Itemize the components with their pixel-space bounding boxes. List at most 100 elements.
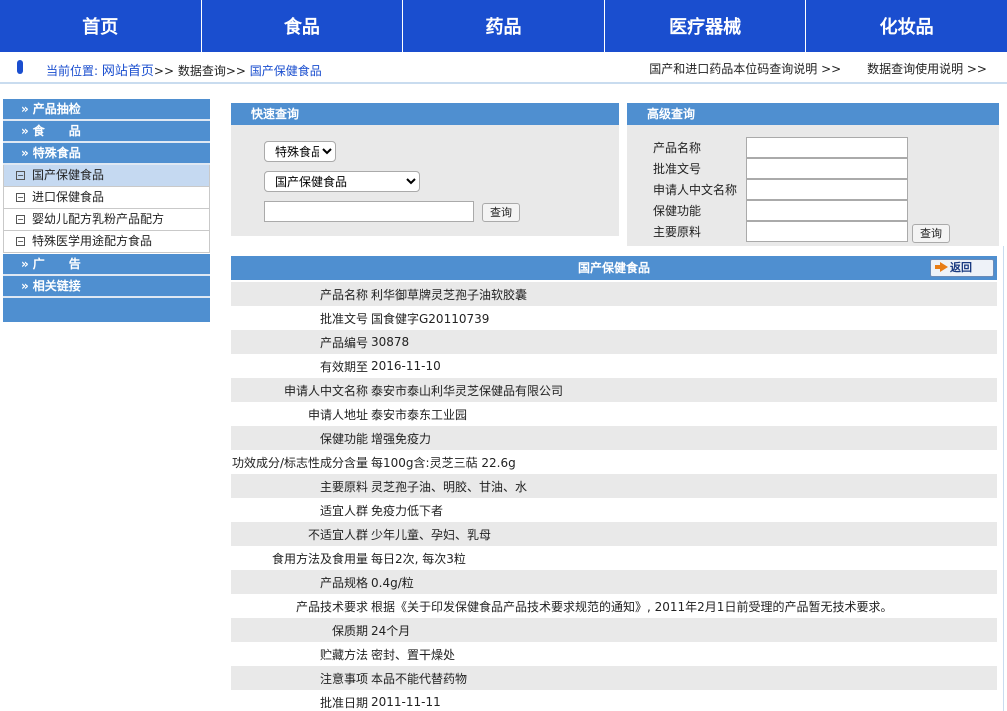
sidebar-footer xyxy=(3,298,210,322)
quick-search-input[interactable] xyxy=(264,201,474,222)
field-label: 食用方法及食用量 xyxy=(271,551,368,566)
field-label: 保质期 xyxy=(331,623,368,638)
sidebar-item-label: 特殊医学用途配方食品 xyxy=(32,234,153,248)
sidebar-item-special-medical-food[interactable]: − 特殊医学用途配方食品 xyxy=(3,231,210,253)
field-label: 产品技术要求 xyxy=(295,599,368,614)
main-ingredients-field[interactable] xyxy=(746,221,908,242)
content-border xyxy=(1003,246,1004,711)
breadcrumb-bar: 当前位置: 网站首页>> 数据查询>> 国产保健食品 国产和进口药品本位码查询说… xyxy=(0,52,1007,84)
field-value: 少年儿童、孕妇、乳母 xyxy=(371,527,492,542)
breadcrumb-separator: >> xyxy=(225,64,246,78)
table-row: 食用方法及食用量 每日2次, 每次3粒 xyxy=(231,546,997,570)
advanced-query-panel: 产品名称 批准文号 申请人中文名称 保健功能 主要原料 查询 xyxy=(627,125,999,246)
field-label: 有效期至 xyxy=(319,359,368,374)
double-chevron-icon: » xyxy=(21,279,29,293)
sidebar-item-domestic-health-food[interactable]: − 国产保健食品 xyxy=(3,165,210,187)
sidebar-section-advertising[interactable]: » 广 告 xyxy=(3,254,210,276)
help-links: 国产和进口药品本位码查询说明 >> 数据查询使用说明 >> xyxy=(627,60,987,77)
breadcrumb-data-query-link[interactable]: 数据查询 xyxy=(178,64,226,78)
detail-table: 产品名称 利华御草牌灵芝孢子油软胶囊 批准文号 国食健字G20110739 产品编号 30… xyxy=(231,282,997,711)
table-row: 保健功能 增强免疫力 xyxy=(231,426,997,450)
table-row: 适宜人群 免疫力低下者 xyxy=(231,498,997,522)
sidebar-section-label: 相关链接 xyxy=(32,279,81,293)
sidebar-section-label: 食 品 xyxy=(32,124,81,138)
field-label: 批准日期 xyxy=(319,695,368,710)
nav-medical-devices[interactable]: 医疗器械 xyxy=(605,0,807,52)
collapse-box-icon: − xyxy=(16,193,25,202)
double-chevron-icon: » xyxy=(21,257,29,271)
field-label: 产品名称 xyxy=(319,287,368,302)
sidebar-section-label: 广 告 xyxy=(32,257,81,271)
sidebar-section-label: 产品抽检 xyxy=(32,102,81,116)
applicant-name-field[interactable] xyxy=(746,179,908,200)
collapse-box-icon: − xyxy=(16,171,25,180)
field-label: 产品编号 xyxy=(319,335,368,350)
sidebar-section-product-inspection[interactable]: » 产品抽检 xyxy=(3,99,210,121)
back-button[interactable]: 返回 xyxy=(930,259,994,277)
field-label: 保健功能 xyxy=(319,431,368,446)
quick-query-header: 快速查询 xyxy=(231,103,619,125)
nav-home[interactable]: 首页 xyxy=(0,0,202,52)
breadcrumb-home-link[interactable]: 网站首页 xyxy=(102,64,154,79)
sidebar-section-special-food[interactable]: » 特殊食品 xyxy=(3,143,210,165)
table-row: 注意事项 本品不能代替药物 xyxy=(231,666,997,690)
sidebar-item-infant-formula[interactable]: − 婴幼儿配方乳粉产品配方 xyxy=(3,209,210,231)
table-row: 批准日期 2011-11-11 xyxy=(231,690,997,711)
table-row: 产品编号 30878 xyxy=(231,330,997,354)
table-row: 有效期至 2016-11-10 xyxy=(231,354,997,378)
product-name-field[interactable] xyxy=(746,137,908,158)
approval-number-label: 批准文号 xyxy=(653,162,702,176)
table-row: 批准文号 国食健字G20110739 xyxy=(231,306,997,330)
nav-drugs[interactable]: 药品 xyxy=(403,0,605,52)
product-name-label: 产品名称 xyxy=(653,141,702,155)
field-value: 国食健字G20110739 xyxy=(371,311,490,326)
detail-title: 国产保健食品 xyxy=(577,261,650,275)
table-row: 申请人中文名称 泰安市泰山利华灵芝保健品有限公司 xyxy=(231,378,997,402)
field-value: 泰安市泰东工业园 xyxy=(371,407,468,422)
field-value: 根据《关于印发保健食品产品技术要求规范的通知》, 2011年2月1日前受理的产品… xyxy=(371,599,893,614)
subcategory-select[interactable]: 国产保健食品 xyxy=(264,171,420,192)
breadcrumb-separator: >> xyxy=(153,64,174,78)
field-value: 泰安市泰山利华灵芝保健品有限公司 xyxy=(371,383,564,398)
advanced-query-button[interactable]: 查询 xyxy=(912,224,950,243)
detail-table-header: 国产保健食品 返回 xyxy=(231,256,997,280)
table-row: 主要原料 灵芝孢子油、明胶、甘油、水 xyxy=(231,474,997,498)
top-nav: 首页 食品 药品 医疗器械 化妆品 xyxy=(0,0,1007,52)
field-label: 批准文号 xyxy=(319,311,368,326)
field-value: 灵芝孢子油、明胶、甘油、水 xyxy=(371,479,528,494)
back-button-label: 返回 xyxy=(950,261,972,274)
health-function-label: 保健功能 xyxy=(653,204,702,218)
collapse-box-icon: − xyxy=(16,237,25,246)
health-function-field[interactable] xyxy=(746,200,908,221)
collapse-box-icon: − xyxy=(16,215,25,224)
sidebar-item-label: 国产保健食品 xyxy=(32,168,105,182)
breadcrumb-current: 国产保健食品 xyxy=(249,64,322,78)
field-value: 增强免疫力 xyxy=(371,431,432,446)
field-value: 2011-11-11 xyxy=(371,695,441,709)
field-value: 2016-11-10 xyxy=(371,359,441,373)
nav-food[interactable]: 食品 xyxy=(202,0,404,52)
quick-query-button[interactable]: 查询 xyxy=(482,203,520,222)
sidebar-item-label: 婴幼儿配方乳粉产品配方 xyxy=(32,212,165,226)
data-query-help-link[interactable]: 数据查询使用说明 >> xyxy=(867,62,987,76)
code-query-help-link[interactable]: 国产和进口药品本位码查询说明 >> xyxy=(649,62,841,76)
nav-cosmetics[interactable]: 化妆品 xyxy=(806,0,1007,52)
sidebar-item-label: 进口保健食品 xyxy=(32,190,105,204)
table-row: 贮藏方法 密封、置干燥处 xyxy=(231,642,997,666)
sidebar-item-imported-health-food[interactable]: − 进口保健食品 xyxy=(3,187,210,209)
sidebar-section-food[interactable]: » 食 品 xyxy=(3,121,210,143)
field-label: 注意事项 xyxy=(319,671,368,686)
table-row: 保质期 24个月 xyxy=(231,618,997,642)
field-label: 申请人地址 xyxy=(307,407,368,422)
field-value: 0.4g/粒 xyxy=(371,575,414,590)
sidebar-section-related-links[interactable]: » 相关链接 xyxy=(3,276,210,298)
location-pin-icon xyxy=(17,60,23,74)
approval-number-field[interactable] xyxy=(746,158,908,179)
main-ingredients-label: 主要原料 xyxy=(653,225,702,239)
field-value: 24个月 xyxy=(371,623,411,638)
quick-query-panel: 特殊食品 国产保健食品 查询 xyxy=(231,125,619,236)
category-select[interactable]: 特殊食品 xyxy=(264,141,336,162)
field-label: 主要原料 xyxy=(319,479,368,494)
double-chevron-icon: » xyxy=(21,146,29,160)
table-row: 产品规格 0.4g/粒 xyxy=(231,570,997,594)
